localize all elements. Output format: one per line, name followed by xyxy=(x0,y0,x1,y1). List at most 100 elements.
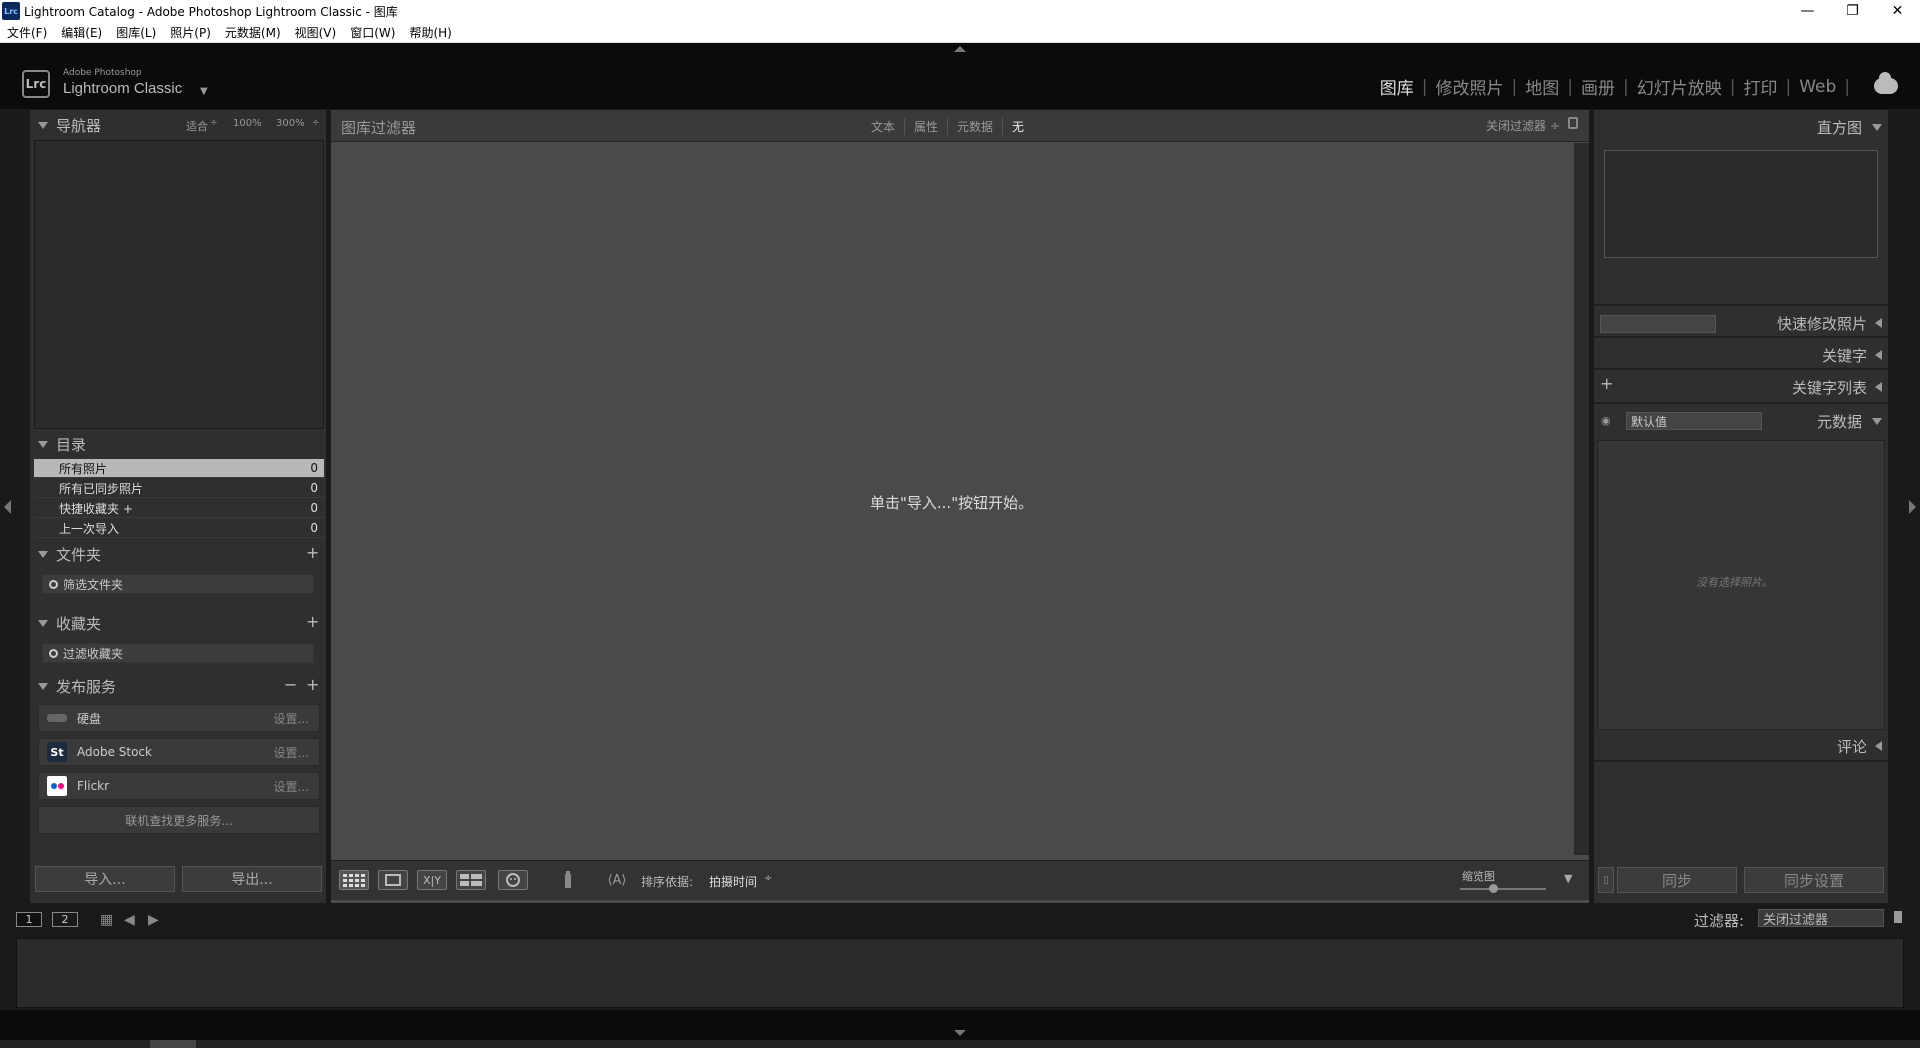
find-more-services-button[interactable]: 联机查找更多服务... xyxy=(38,806,320,834)
zoom-fit-spinner-icon[interactable]: ÷ xyxy=(210,118,218,128)
publish-service-hard-drive[interactable]: 硬盘 设置... xyxy=(38,704,320,732)
keywording-title: 关键字 xyxy=(1821,346,1867,365)
thumbnail-slider-knob[interactable] xyxy=(1489,884,1498,893)
collapse-right-panel-icon[interactable] xyxy=(1909,500,1916,514)
main-window-button[interactable]: 1 xyxy=(16,912,42,927)
compare-view-icon[interactable]: X|Y xyxy=(417,870,447,890)
add-service-icon[interactable]: + xyxy=(306,675,319,694)
service-settings-link[interactable]: 设置... xyxy=(274,744,309,761)
collection-filter-input[interactable]: 过滤收藏夹 xyxy=(42,643,314,663)
menu-help[interactable]: 帮助(H) xyxy=(402,24,458,41)
histogram-header[interactable]: 直方图 xyxy=(1817,115,1882,139)
people-view-icon[interactable] xyxy=(498,870,528,890)
sort-select[interactable]: 拍摄时间 xyxy=(709,873,757,890)
back-arrow-icon[interactable]: ◀ xyxy=(124,912,135,928)
publish-services-header[interactable]: 发布服务 xyxy=(38,674,116,698)
thumbnail-size-slider[interactable] xyxy=(1460,888,1546,890)
folders-header[interactable]: 文件夹 xyxy=(38,542,101,566)
catalog-item-all-synced[interactable]: 所有已同步照片 0 xyxy=(34,479,324,498)
cloud-sync-icon[interactable] xyxy=(1874,72,1898,94)
menu-edit[interactable]: 编辑(E) xyxy=(54,24,109,41)
menu-file[interactable]: 文件(F) xyxy=(0,24,54,41)
taskbar-tab[interactable] xyxy=(150,1040,196,1048)
filter-lock-icon[interactable] xyxy=(1894,911,1902,923)
sync-button[interactable]: 同步 xyxy=(1617,867,1737,893)
catalog-item-all-photos[interactable]: 所有照片 0 xyxy=(34,459,324,478)
catalog-item-label: 上一次导入 xyxy=(59,521,120,536)
filmstrip[interactable] xyxy=(16,938,1904,1008)
toolbar-options-chevron-down-icon[interactable]: ▼ xyxy=(1564,872,1572,885)
sync-settings-button[interactable]: 同步设置 xyxy=(1744,867,1884,893)
collapse-top-arrow-icon[interactable] xyxy=(954,46,966,52)
export-button[interactable]: 导出... xyxy=(182,866,322,892)
add-keyword-icon[interactable]: + xyxy=(1600,374,1613,393)
collapsed-triangle-icon xyxy=(1875,741,1882,751)
lock-icon[interactable] xyxy=(1568,117,1578,129)
keyword-list-header[interactable]: 关键字列表 xyxy=(1792,375,1882,399)
menu-photo[interactable]: 照片(P) xyxy=(163,24,218,41)
zoom-300[interactable]: 300% xyxy=(276,118,305,129)
service-name: Adobe Stock xyxy=(77,745,152,759)
add-folder-icon[interactable]: + xyxy=(306,543,319,562)
menu-view[interactable]: 视图(V) xyxy=(288,24,344,41)
module-develop[interactable]: 修改照片 xyxy=(1436,74,1504,99)
publish-service-adobe-stock[interactable]: St Adobe Stock 设置... xyxy=(38,738,320,766)
add-collection-icon[interactable]: + xyxy=(306,612,319,631)
import-button[interactable]: 导入... xyxy=(35,866,175,892)
zoom-fit[interactable]: 适合 xyxy=(186,118,208,134)
remove-service-icon[interactable]: − xyxy=(284,675,297,694)
menu-library[interactable]: 图库(L) xyxy=(109,24,163,41)
metadata-eye-icon[interactable]: ◉ xyxy=(1601,414,1611,427)
collections-header[interactable]: 收藏夹 xyxy=(38,611,101,635)
second-window-button[interactable]: 2 xyxy=(52,912,78,927)
minimize-icon[interactable]: — xyxy=(1785,0,1830,22)
sort-spinner-icon[interactable]: ÷ xyxy=(764,873,772,884)
metadata-header[interactable]: 元数据 xyxy=(1817,409,1882,433)
zoom-100[interactable]: 100% xyxy=(233,118,262,129)
restore-icon[interactable]: ❐ xyxy=(1830,0,1875,22)
grid-icon[interactable]: ▦ xyxy=(100,912,113,928)
zoom-spinner-icon[interactable]: ÷ xyxy=(312,118,320,128)
module-slideshow[interactable]: 幻灯片放映 xyxy=(1637,74,1722,99)
filter-preset-select[interactable]: 关闭过滤器 ÷ xyxy=(1486,117,1560,134)
survey-view-icon[interactable] xyxy=(456,870,486,890)
metadata-preset-select[interactable]: 默认值 xyxy=(1626,412,1762,430)
saved-preset-select[interactable] xyxy=(1600,315,1716,333)
forward-arrow-icon[interactable]: ▶ xyxy=(148,912,159,928)
catalog-item-quick-collection[interactable]: 快捷收藏夹 + 0 xyxy=(34,499,324,518)
publish-service-flickr[interactable]: Flickr 设置... xyxy=(38,772,320,800)
filter-none[interactable]: 无 xyxy=(1002,118,1033,135)
comments-header[interactable]: 评论 xyxy=(1837,734,1882,758)
catalog-item-previous-import[interactable]: 上一次导入 0 xyxy=(34,519,324,538)
expand-triangle-icon xyxy=(38,550,48,558)
grid-view-icon[interactable] xyxy=(339,870,369,890)
filter-text[interactable]: 文本 xyxy=(862,118,904,135)
auto-sync-toggle[interactable]: ▯ xyxy=(1598,867,1614,893)
collapse-bottom-arrow-icon[interactable] xyxy=(954,1030,966,1036)
identity-dropdown-icon[interactable]: ▼ xyxy=(200,86,208,97)
expand-triangle-icon xyxy=(38,121,48,129)
navigator-header[interactable]: 导航器 xyxy=(38,113,101,137)
module-book[interactable]: 画册 xyxy=(1581,74,1615,99)
module-web[interactable]: Web xyxy=(1799,77,1836,97)
service-settings-link[interactable]: 设置... xyxy=(274,710,309,727)
filter-attribute[interactable]: 属性 xyxy=(904,118,947,135)
module-map[interactable]: 地图 xyxy=(1525,74,1559,99)
grid-scrollbar[interactable] xyxy=(1574,143,1589,855)
module-library[interactable]: 图库 xyxy=(1380,74,1414,99)
sort-direction-icon[interactable]: ⟨A⟩ xyxy=(600,870,634,890)
filmstrip-filter-select[interactable]: 关闭过滤器 xyxy=(1758,909,1884,928)
loupe-view-icon[interactable] xyxy=(378,870,408,890)
close-icon[interactable]: ✕ xyxy=(1875,0,1920,22)
keywording-header[interactable]: 关键字 xyxy=(1822,343,1882,367)
catalog-header[interactable]: 目录 xyxy=(38,432,86,456)
menu-window[interactable]: 窗口(W) xyxy=(343,24,402,41)
folder-filter-input[interactable]: 筛选文件夹 xyxy=(42,574,314,594)
module-print[interactable]: 打印 xyxy=(1743,74,1777,99)
painter-icon[interactable] xyxy=(560,870,576,890)
service-settings-link[interactable]: 设置... xyxy=(274,778,309,795)
quick-develop-header[interactable]: 快速修改照片 xyxy=(1777,311,1882,335)
collapse-left-panel-icon[interactable] xyxy=(4,500,11,514)
filter-metadata[interactable]: 元数据 xyxy=(947,118,1002,135)
menu-metadata[interactable]: 元数据(M) xyxy=(218,24,288,41)
